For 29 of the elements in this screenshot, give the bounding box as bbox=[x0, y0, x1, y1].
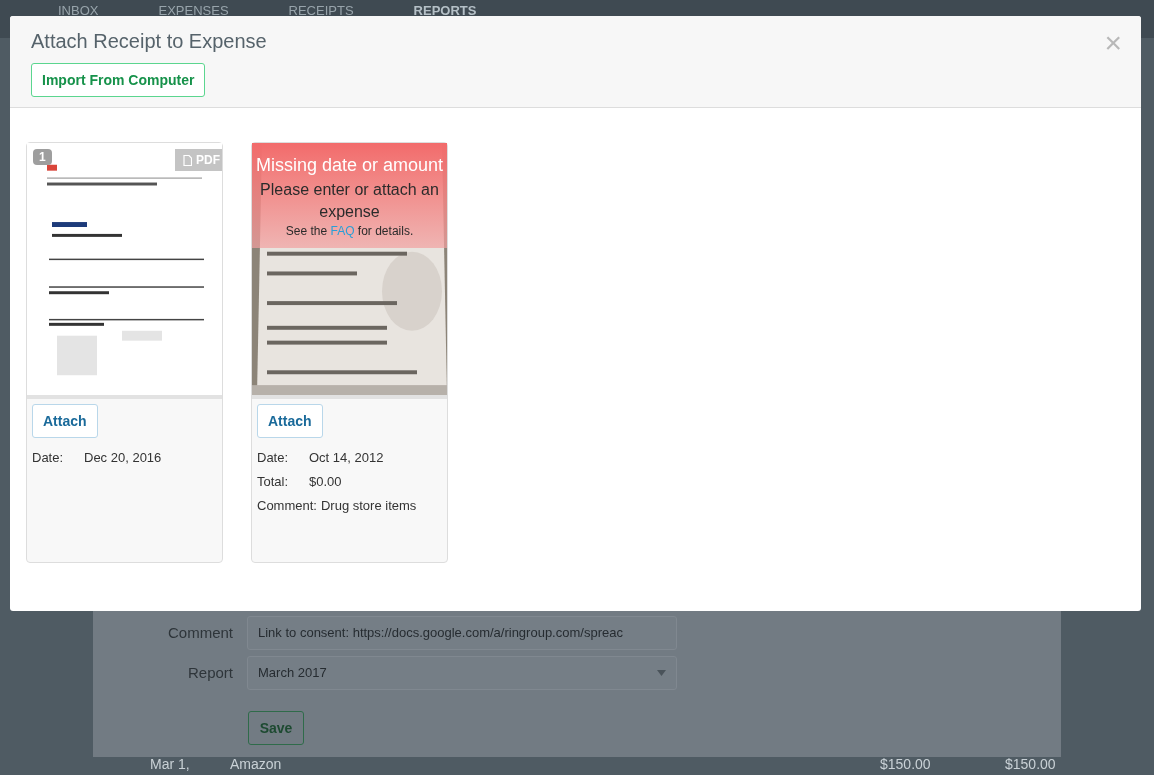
caret-icon bbox=[657, 670, 666, 676]
row-total: $150.00 bbox=[1005, 755, 1056, 773]
detail-value: Dec 20, 2016 bbox=[84, 449, 162, 467]
save-button[interactable]: Save bbox=[248, 711, 304, 745]
detail-label: Date: bbox=[257, 449, 290, 467]
file-type-tag: PDF bbox=[175, 149, 222, 171]
detail-value: Drug store items bbox=[320, 497, 417, 515]
warning-message: Please enter or attach an expense bbox=[259, 180, 440, 222]
detail-label: Total: bbox=[257, 473, 290, 491]
attach-button[interactable]: Attach bbox=[257, 404, 323, 438]
detail-value: $0.00 bbox=[309, 473, 342, 491]
detail-label: Comment: bbox=[257, 497, 318, 515]
form-label: Comment bbox=[166, 622, 233, 643]
warning-hint: See the FAQ for details. bbox=[285, 223, 414, 239]
warning-title: Missing date or amount bbox=[255, 154, 444, 177]
row-merchant: Amazon bbox=[230, 755, 283, 773]
document-icon bbox=[183, 154, 192, 166]
detail-value: Oct 14, 2012 bbox=[309, 449, 384, 467]
import-button[interactable]: Import From Computer bbox=[31, 63, 206, 97]
form-label: Report bbox=[186, 662, 233, 683]
row-date: Mar 1, bbox=[150, 755, 191, 773]
row-amount: $150.00 bbox=[880, 755, 932, 773]
attach-button[interactable]: Attach bbox=[32, 404, 98, 438]
detail-label: Date: bbox=[32, 449, 65, 467]
report-select[interactable]: March 2017 bbox=[247, 656, 677, 690]
comment-field[interactable]: Link to consent: https://docs.google.com/a/ringroup.com/spreac bbox=[247, 616, 677, 650]
page-count-badge: 1 bbox=[33, 149, 52, 165]
close-button[interactable]: × bbox=[1104, 28, 1122, 58]
modal-title: Attach Receipt to Expense bbox=[31, 29, 267, 54]
